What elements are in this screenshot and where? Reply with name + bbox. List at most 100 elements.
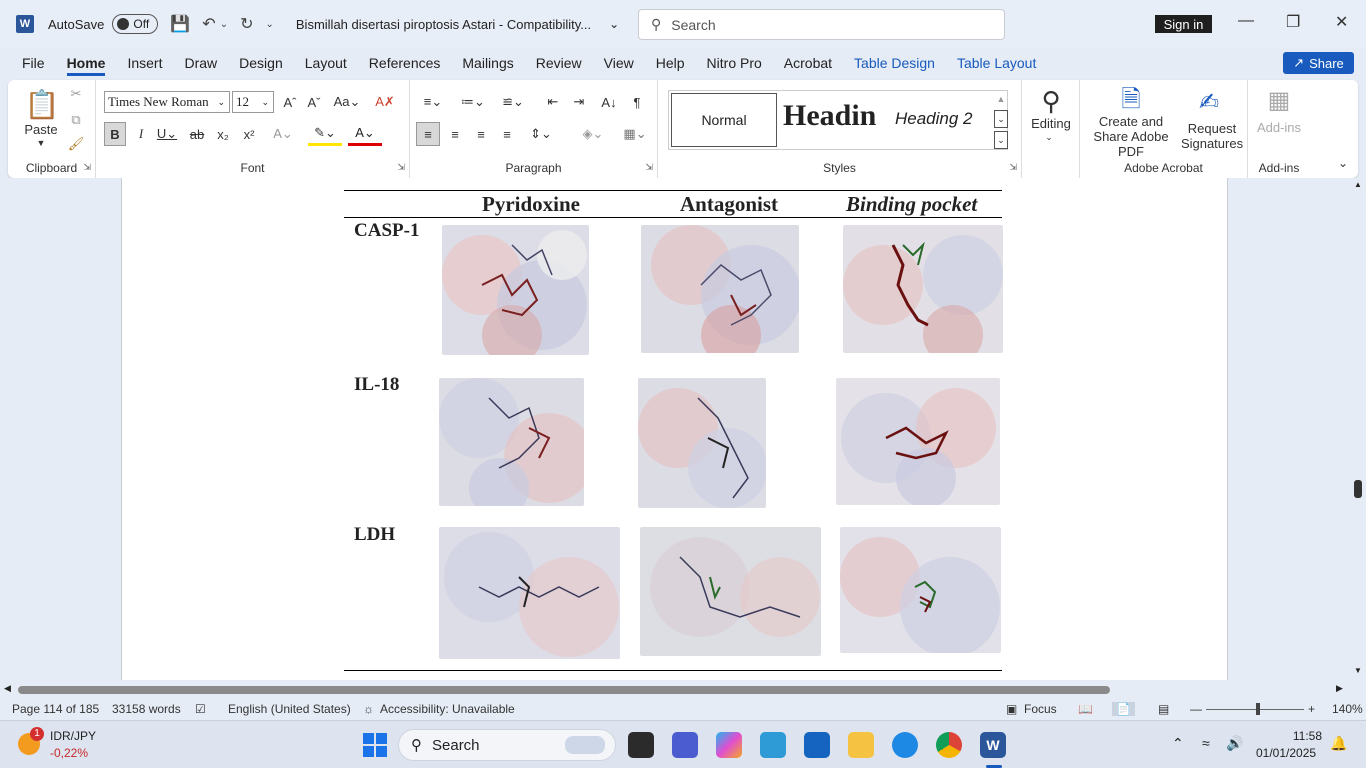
numbering-icon[interactable]: ≔⌄ — [456, 91, 490, 113]
scroll-up-icon[interactable]: ▲ — [1354, 180, 1362, 189]
chrome-icon[interactable] — [936, 732, 962, 758]
language[interactable]: English (United States) — [228, 702, 351, 716]
casp1-pyridoxine-image[interactable] — [442, 225, 589, 355]
casp1-antagonist-image[interactable] — [641, 225, 799, 353]
customize-qat-icon[interactable]: ⌄ — [266, 19, 274, 30]
copilot-icon[interactable] — [716, 732, 742, 758]
change-case-icon[interactable]: Aa⌄ — [332, 91, 362, 113]
accessibility-status[interactable]: Accessibility: Unavailable — [380, 702, 515, 716]
web-layout-icon[interactable]: ▤ — [1158, 702, 1169, 716]
bold-button[interactable]: B — [104, 122, 126, 146]
horizontal-scrollbar[interactable]: ◀ ▶ — [0, 680, 1366, 698]
style-heading-1[interactable]: Headin — [783, 99, 879, 139]
close-icon[interactable]: ✕ — [1335, 12, 1348, 32]
justify-button[interactable]: ≡ — [496, 122, 518, 146]
edge-icon[interactable] — [892, 732, 918, 758]
focus-button[interactable]: Focus — [1024, 702, 1057, 716]
task-view-icon[interactable] — [628, 732, 654, 758]
tab-design[interactable]: Design — [228, 48, 294, 78]
align-left-button[interactable]: ≡ — [416, 122, 440, 146]
zoom-out-icon[interactable]: — — [1190, 702, 1202, 716]
decrease-indent-icon[interactable]: ⇤ — [542, 91, 564, 113]
il18-antagonist-image[interactable] — [638, 378, 766, 508]
highlight-icon[interactable]: ✎⌄ — [308, 122, 342, 146]
clipboard-launcher-icon[interactable]: ⇲ — [83, 162, 91, 173]
store-icon[interactable] — [804, 732, 830, 758]
align-center-button[interactable]: ≡ — [444, 122, 466, 146]
undo-icon[interactable]: ↶ — [202, 14, 215, 34]
show-hidden-icons-icon[interactable]: ⌃ — [1172, 735, 1184, 752]
tab-review[interactable]: Review — [525, 48, 593, 78]
print-layout-icon[interactable]: 📄 — [1112, 702, 1135, 716]
undo-dropdown-icon[interactable]: ⌄ — [220, 19, 228, 30]
widgets-app-icon[interactable] — [760, 732, 786, 758]
addins-button[interactable]: Add-ins — [1250, 120, 1308, 135]
styles-more-icon[interactable]: ⌄ — [994, 131, 1008, 149]
request-signatures-button[interactable]: Request Signatures — [1181, 120, 1243, 152]
notifications-bell-icon[interactable]: 🔔 — [1330, 735, 1347, 752]
taskbar-search-input[interactable]: ⚲ Search — [398, 729, 616, 761]
tab-nitro-pro[interactable]: Nitro Pro — [696, 48, 773, 78]
zoom-slider[interactable] — [1206, 709, 1304, 710]
proofing-icon[interactable]: ☑ — [195, 702, 206, 716]
wifi-icon[interactable]: ≈ — [1202, 735, 1210, 751]
styles-down-icon[interactable]: ⌄ — [994, 110, 1008, 128]
sign-in-button[interactable]: Sign in — [1155, 15, 1212, 33]
styles-up-icon[interactable]: ▲ — [994, 90, 1008, 108]
meet-icon[interactable] — [672, 732, 698, 758]
restore-icon[interactable]: ❐ — [1286, 12, 1300, 32]
read-mode-icon[interactable]: 📖 — [1078, 702, 1093, 716]
font-launcher-icon[interactable]: ⇲ — [397, 162, 405, 173]
shrink-font-icon[interactable]: Aˇ — [304, 91, 324, 113]
grow-font-icon[interactable]: Aˆ — [280, 91, 300, 113]
italic-button[interactable]: I — [132, 122, 150, 146]
text-effects-icon[interactable]: A⌄ — [268, 122, 298, 146]
copy-icon[interactable]: ⧉ — [68, 112, 84, 128]
collapse-ribbon-icon[interactable]: ⌄ — [1336, 156, 1350, 170]
styles-launcher-icon[interactable]: ⇲ — [1009, 162, 1017, 173]
zoom-slider-thumb[interactable] — [1256, 703, 1260, 715]
style-heading-2[interactable]: Heading 2 — [895, 109, 973, 129]
start-icon[interactable] — [362, 732, 388, 758]
font-color-icon[interactable]: A⌄ — [348, 122, 382, 146]
horizontal-scroll-thumb[interactable] — [18, 686, 1110, 694]
redo-icon[interactable]: ↻ — [240, 14, 253, 34]
cut-icon[interactable]: ✂ — [68, 86, 84, 102]
document-title[interactable]: Bismillah disertasi piroptosis Astari - … — [296, 17, 591, 32]
editing-button[interactable]: Editing — [1024, 116, 1078, 131]
increase-indent-icon[interactable]: ⇥ — [568, 91, 590, 113]
casp1-binding-pocket-image[interactable] — [843, 225, 1003, 353]
ldh-antagonist-image[interactable] — [640, 527, 821, 656]
save-icon[interactable]: 💾 — [170, 14, 190, 34]
tab-table-design[interactable]: Table Design — [843, 48, 946, 78]
tab-acrobat[interactable]: Acrobat — [773, 48, 843, 78]
subscript-button[interactable]: x₂ — [214, 122, 232, 146]
clock-time[interactable]: 11:58 — [1262, 729, 1322, 743]
font-size-box[interactable]: 12 ⌄ — [232, 91, 274, 113]
vertical-scroll-thumb[interactable] — [1354, 480, 1362, 498]
word-taskbar-icon[interactable]: W — [980, 732, 1006, 758]
superscript-button[interactable]: x² — [240, 122, 258, 146]
ticker-name[interactable]: IDR/JPY — [50, 729, 96, 743]
tab-mailings[interactable]: Mailings — [451, 48, 524, 78]
style-normal[interactable]: Normal — [671, 93, 777, 147]
tab-view[interactable]: View — [593, 48, 645, 78]
scroll-left-icon[interactable]: ◀ — [4, 683, 11, 694]
ldh-pyridoxine-image[interactable] — [439, 527, 620, 659]
multilevel-list-icon[interactable]: ≌⌄ — [496, 91, 530, 113]
addins-icon[interactable]: ▦ — [1262, 84, 1296, 116]
title-dropdown-icon[interactable]: ⌄ — [609, 17, 619, 31]
align-right-button[interactable]: ≡ — [470, 122, 492, 146]
clock-date[interactable]: 01/01/2025 — [1256, 746, 1316, 760]
il18-pyridoxine-image[interactable] — [439, 378, 584, 506]
tab-home[interactable]: Home — [56, 48, 117, 78]
page-count[interactable]: Page 114 of 185 — [12, 702, 99, 716]
tab-help[interactable]: Help — [645, 48, 696, 78]
request-signatures-icon[interactable]: ✍ — [1192, 86, 1226, 118]
editing-dropdown-icon[interactable]: ⌄ — [1042, 132, 1056, 143]
tab-table-layout[interactable]: Table Layout — [946, 48, 1047, 78]
clear-formatting-icon[interactable]: A✗ — [374, 91, 396, 113]
show-marks-icon[interactable]: ¶ — [626, 91, 648, 113]
bullets-icon[interactable]: ≡⌄ — [416, 91, 450, 113]
vertical-scrollbar[interactable]: ▲ ▼ — [1350, 178, 1366, 680]
